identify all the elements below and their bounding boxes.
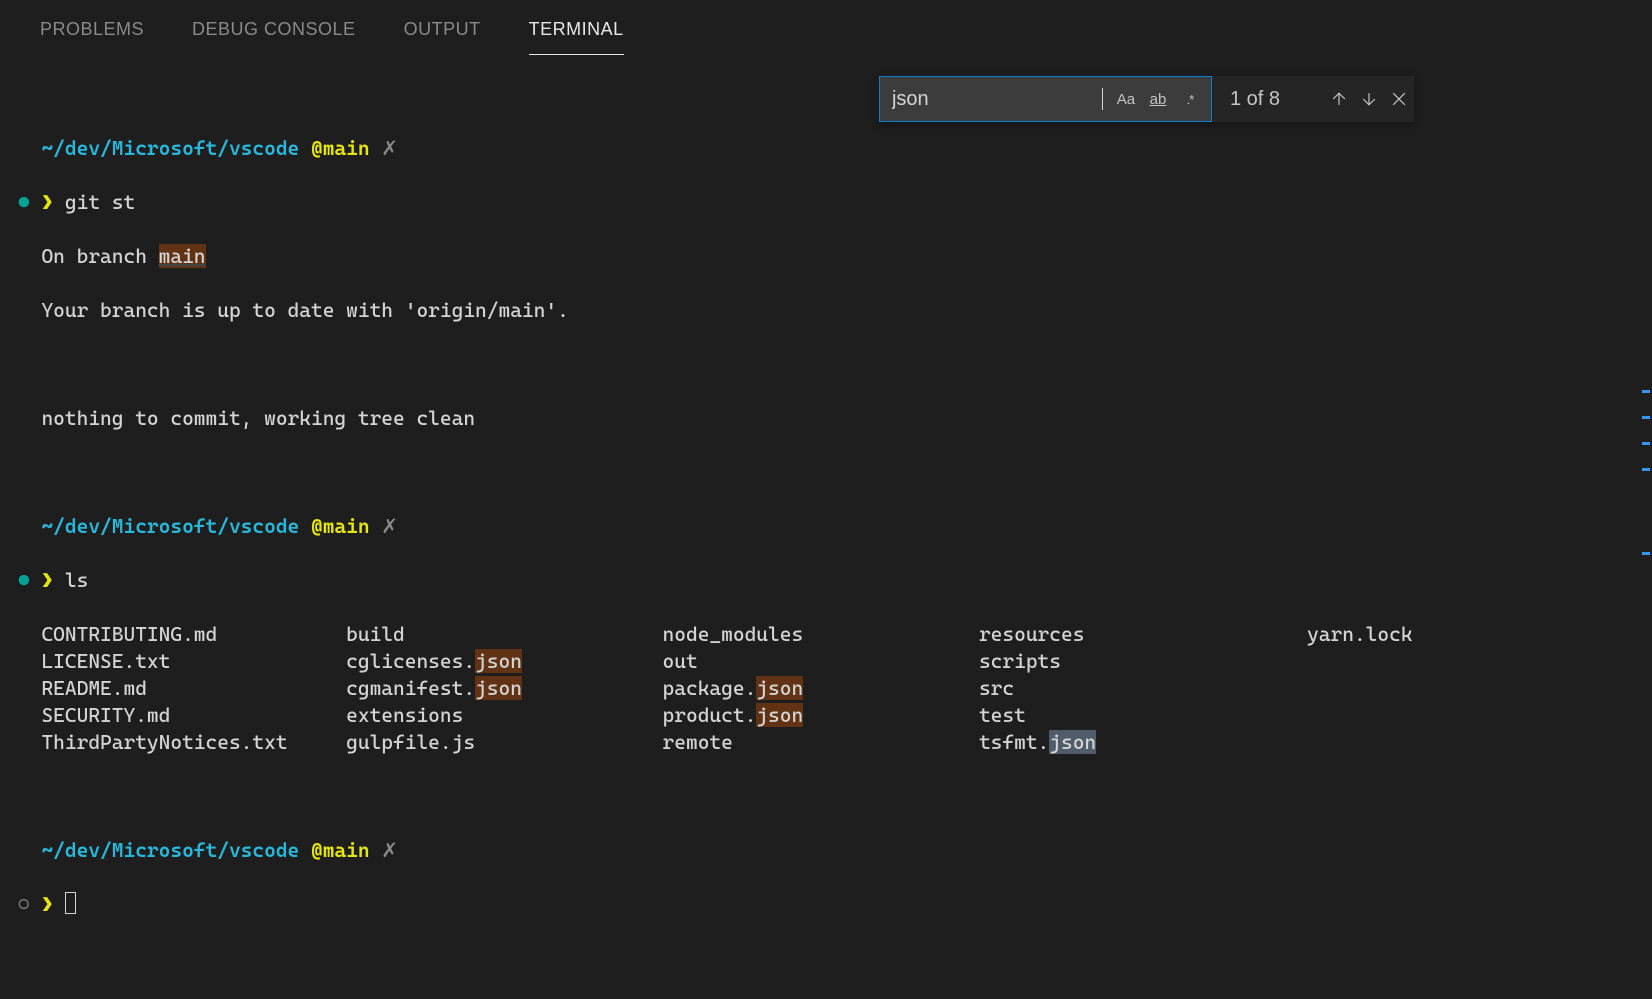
regex-icon: .*	[1187, 92, 1194, 107]
close-icon	[1389, 89, 1409, 109]
git-branch: @main	[311, 136, 370, 160]
search-match: json	[475, 649, 522, 673]
prompt-line: ~/dev/Microsoft/vscode @main ✗	[18, 837, 1652, 864]
whole-word-icon: ab	[1150, 91, 1167, 108]
list-row: SECURITY.md extensions product.json test	[18, 702, 1652, 729]
git-branch: @main	[311, 514, 370, 538]
cwd: ~/dev/Microsoft/vscode	[41, 136, 299, 160]
tab-problems[interactable]: PROBLEMS	[40, 19, 144, 55]
command-line: ● ❯ git st	[18, 189, 1652, 216]
list-row: CONTRIBUTING.md build node_modules resou…	[18, 621, 1652, 648]
search-match: json	[756, 703, 803, 727]
text-caret	[1102, 88, 1103, 110]
prompt-line: ~/dev/Microsoft/vscode @main ✗	[18, 513, 1652, 540]
exec-dot-icon: ●	[18, 190, 30, 214]
cwd: ~/dev/Microsoft/vscode	[41, 838, 299, 862]
output-line: Your branch is up to date with 'origin/m…	[18, 297, 1652, 324]
tab-terminal[interactable]: TERMINAL	[529, 19, 624, 55]
terminal-cursor	[65, 892, 76, 914]
search-match: json	[1049, 730, 1096, 754]
branch-name: main	[159, 244, 206, 268]
arrow-down-icon	[1359, 89, 1379, 109]
command-line: ● ❯ ls	[18, 567, 1652, 594]
exec-dot-icon: ○	[18, 892, 30, 916]
git-branch: @main	[311, 838, 370, 862]
prompt-line: ~/dev/Microsoft/vscode @main ✗	[18, 135, 1652, 162]
list-row: README.md cgmanifest.json package.json s…	[18, 675, 1652, 702]
prompt-arrow: ❯	[41, 190, 53, 214]
prompt-arrow: ❯	[41, 568, 53, 592]
arrow-up-icon	[1329, 89, 1349, 109]
output-line: nothing to commit, working tree clean	[18, 405, 1652, 432]
command-text: git st	[65, 190, 135, 214]
exec-dot-icon: ●	[18, 568, 30, 592]
terminal-overview-ruler	[1642, 108, 1650, 598]
ls-output: CONTRIBUTING.md build node_modules resou…	[18, 621, 1652, 756]
blank-line	[18, 783, 1652, 810]
search-match: json	[475, 676, 522, 700]
output-line: On branch main	[18, 243, 1652, 270]
search-match: json	[756, 676, 803, 700]
list-row: ThirdPartyNotices.txt gulpfile.js remote…	[18, 729, 1652, 756]
cwd: ~/dev/Microsoft/vscode	[41, 514, 299, 538]
command-line: ○ ❯	[18, 891, 1652, 918]
dirty-indicator: ✗	[381, 514, 398, 538]
dirty-indicator: ✗	[381, 136, 398, 160]
tab-output[interactable]: OUTPUT	[404, 19, 481, 55]
dirty-indicator: ✗	[381, 838, 398, 862]
tab-debug-console[interactable]: DEBUG CONSOLE	[192, 19, 356, 55]
list-row: LICENSE.txt cglicenses.json out scripts	[18, 648, 1652, 675]
blank-line	[18, 459, 1652, 486]
prompt-arrow: ❯	[41, 892, 53, 916]
blank-line	[18, 351, 1652, 378]
terminal-view[interactable]: ~/dev/Microsoft/vscode @main ✗ ● ❯ git s…	[18, 108, 1652, 598]
panel-tabstrip: PROBLEMS DEBUG CONSOLE OUTPUT TERMINAL	[0, 0, 1652, 55]
command-text: ls	[65, 568, 88, 592]
